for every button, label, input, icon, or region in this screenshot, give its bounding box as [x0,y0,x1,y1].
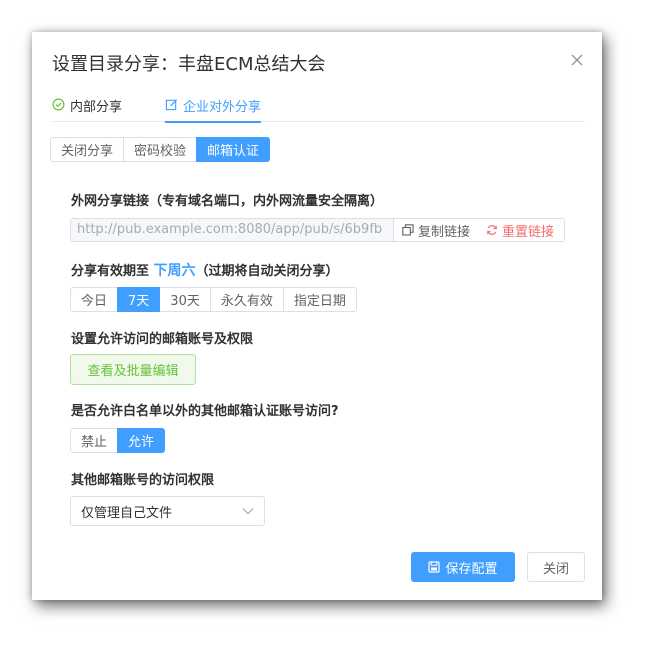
save-icon [428,561,441,573]
check-circle-icon [52,98,65,111]
share-tabs: 内部分享 企业对外分享 [52,90,585,123]
whitelist-label: 是否允许白名单以外的其他邮箱认证账号访问? [71,404,339,419]
expiry-custom-date[interactable]: 指定日期 [282,287,357,312]
whitelist-deny[interactable]: 禁止 [70,428,119,453]
share-link-row: http://pub.example.com:8080/app/pub/s/6b… [70,218,565,242]
dialog-title: 设置目录分享：丰盘ECM总结大会 [52,54,326,75]
email-access-label: 设置允许访问的邮箱账号及权限 [71,332,254,347]
expiry-permanent[interactable]: 永久有效 [209,287,284,312]
copy-link-label: 复制链接 [418,224,471,240]
expiry-label-prefix: 分享有效期至 [71,264,150,279]
close-button[interactable]: 关闭 [527,552,585,582]
link-section-label: 外网分享链接（专有域名端口，内外网流量安全隔离） [71,194,384,209]
share-mode-email[interactable]: 邮箱认证 [196,137,271,162]
copy-link-button[interactable]: 复制链接 [394,219,478,241]
expiry-highlight: 下周六 [153,263,196,279]
share-settings-dialog: 设置目录分享：丰盘ECM总结大会 内部分享 企业对外分享 关闭分享 密码校验 邮… [32,32,602,600]
expiry-label-suffix: （过期将自动关闭分享） [195,264,339,279]
expiry-label: 分享有效期至 下周六（过期将自动关闭分享） [71,260,339,280]
tab-label: 企业对外分享 [183,100,262,115]
copy-icon [402,224,414,236]
share-link-url[interactable]: http://pub.example.com:8080/app/pub/s/6b… [71,219,394,241]
tab-internal-share[interactable]: 内部分享 [52,96,122,122]
share-mode-off[interactable]: 关闭分享 [50,137,125,162]
permission-select[interactable]: 仅管理自己文件 [70,496,265,526]
batch-edit-button[interactable]: 查看及批量编辑 [70,354,196,385]
whitelist-allow[interactable]: 允许 [117,428,166,453]
refresh-icon [487,225,497,235]
save-button[interactable]: 保存配置 [411,552,515,582]
expiry-selector: 今日 7天 30天 永久有效 指定日期 [70,287,357,312]
expiry-30days[interactable]: 30天 [159,287,211,312]
whitelist-selector: 禁止 允许 [70,428,166,453]
share-mode-selector: 关闭分享 密码校验 邮箱认证 [50,137,271,162]
reset-link-button[interactable]: 重置链接 [478,219,562,241]
tab-external-share[interactable]: 企业对外分享 [165,96,262,123]
permission-select-value: 仅管理自己文件 [81,505,173,521]
tab-label: 内部分享 [70,100,123,115]
chevron-down-icon [242,508,254,515]
other-permission-label: 其他邮箱账号的访问权限 [71,473,215,488]
expiry-today[interactable]: 今日 [70,287,119,312]
close-icon[interactable] [570,52,586,68]
edit-icon [165,99,178,111]
share-mode-password[interactable]: 密码校验 [123,137,198,162]
expiry-7days[interactable]: 7天 [117,287,161,312]
reset-link-label: 重置链接 [502,224,555,240]
save-button-label: 保存配置 [445,561,498,577]
